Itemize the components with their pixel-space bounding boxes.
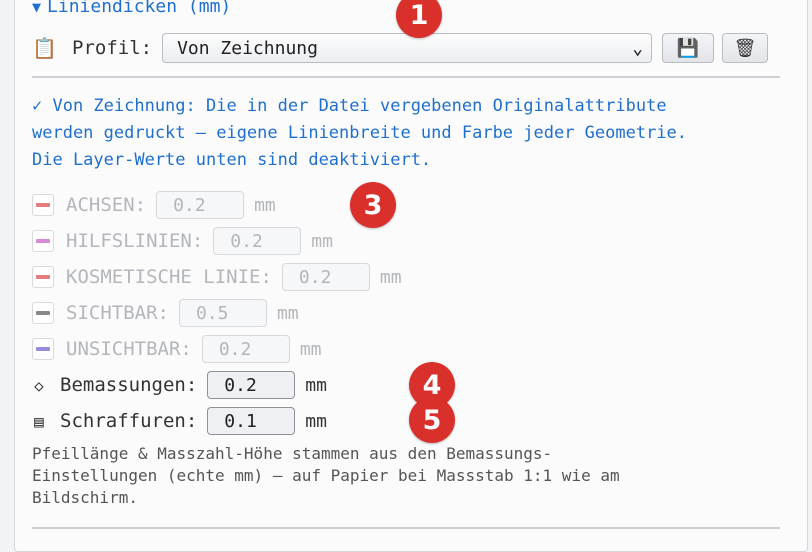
triangle-down-icon: ▼ bbox=[32, 0, 42, 16]
layer-color-swatch bbox=[32, 266, 54, 288]
section-header-liniendicken[interactable]: ▼ Liniendicken (mm) bbox=[32, 0, 231, 17]
layer-label: HILFSLINIEN: bbox=[66, 230, 204, 252]
row-bemassungen: ◇ Bemassungen: 0.2 mm bbox=[32, 370, 327, 400]
layer-label: ACHSEN: bbox=[66, 194, 147, 216]
chevron-down-icon: ⌄ bbox=[632, 37, 644, 59]
bemassungen-width-input[interactable]: 0.2 bbox=[207, 371, 296, 399]
clipboard-icon: 📋 bbox=[32, 36, 57, 60]
section-title: Liniendicken (mm) bbox=[47, 0, 232, 17]
layer-color-swatch bbox=[32, 194, 54, 216]
layer-row-sichtbar: SICHTBAR: 0.5 mm bbox=[32, 298, 299, 328]
layer-width-input[interactable]: 0.2 bbox=[201, 335, 290, 363]
unit-label: mm bbox=[305, 374, 327, 396]
bemassungen-label: Bemassungen: bbox=[60, 374, 198, 396]
layer-row-achsen: ACHSEN: 0.2 mm bbox=[32, 190, 276, 220]
unit-label: mm bbox=[379, 266, 402, 288]
layer-row-unsichtbar: UNSICHTBAR: 0.2 mm bbox=[32, 334, 322, 364]
profile-row: 📋 Profil: Von Zeichnung ⌄ 💾 🗑 bbox=[32, 33, 769, 63]
row-schraffuren: ▤ Schraffuren: 0.1 mm bbox=[32, 406, 327, 436]
profile-select[interactable]: Von Zeichnung ⌄ bbox=[162, 33, 653, 63]
callout-badge: 5 bbox=[409, 397, 455, 443]
floppy-disk-icon: 💾 bbox=[676, 37, 700, 59]
layer-row-hilfslinien: HILFSLINIEN: 0.2 mm bbox=[32, 226, 333, 256]
layer-label: KOSMETISCHE LINIE: bbox=[66, 266, 272, 288]
unit-label: mm bbox=[299, 338, 322, 360]
layer-width-input[interactable]: 0.2 bbox=[213, 227, 302, 255]
save-profile-button[interactable]: 💾 bbox=[662, 33, 715, 63]
delete-profile-button[interactable]: 🗑 bbox=[722, 33, 769, 63]
layer-width-input[interactable]: 0.2 bbox=[156, 191, 245, 219]
layer-label: SICHTBAR: bbox=[66, 302, 169, 324]
layer-row-kosmetische-linie: KOSMETISCHE LINIE: 0.2 mm bbox=[32, 262, 402, 292]
layer-label: UNSICHTBAR: bbox=[66, 338, 192, 360]
profile-label: Profil: bbox=[72, 37, 153, 59]
schraffuren-label: Schraffuren: bbox=[60, 410, 198, 432]
diamond-icon: ◇ bbox=[34, 375, 44, 395]
unit-label: mm bbox=[305, 410, 327, 432]
layer-color-swatch bbox=[32, 338, 54, 360]
hatch-icon: ▤ bbox=[34, 411, 44, 431]
divider bbox=[32, 527, 780, 529]
divider bbox=[32, 76, 780, 78]
trash-icon: 🗑 bbox=[733, 37, 757, 59]
layer-color-swatch bbox=[32, 302, 54, 324]
dimension-note-text: Pfeillänge & Masszahl-Höhe stammen aus d… bbox=[32, 444, 620, 507]
layer-width-input[interactable]: 0.5 bbox=[178, 299, 267, 327]
schraffuren-width-input[interactable]: 0.1 bbox=[207, 407, 296, 435]
unit-label: mm bbox=[254, 194, 276, 216]
layer-width-input[interactable]: 0.2 bbox=[281, 263, 370, 291]
callout-badge: 3 bbox=[350, 182, 396, 228]
profile-info-text: ✓ Von Zeichnung: Die in der Datei vergeb… bbox=[32, 96, 688, 170]
layer-color-swatch bbox=[32, 230, 54, 252]
unit-label: mm bbox=[311, 230, 333, 252]
profile-select-value: Von Zeichnung bbox=[177, 37, 318, 59]
unit-label: mm bbox=[276, 302, 299, 324]
